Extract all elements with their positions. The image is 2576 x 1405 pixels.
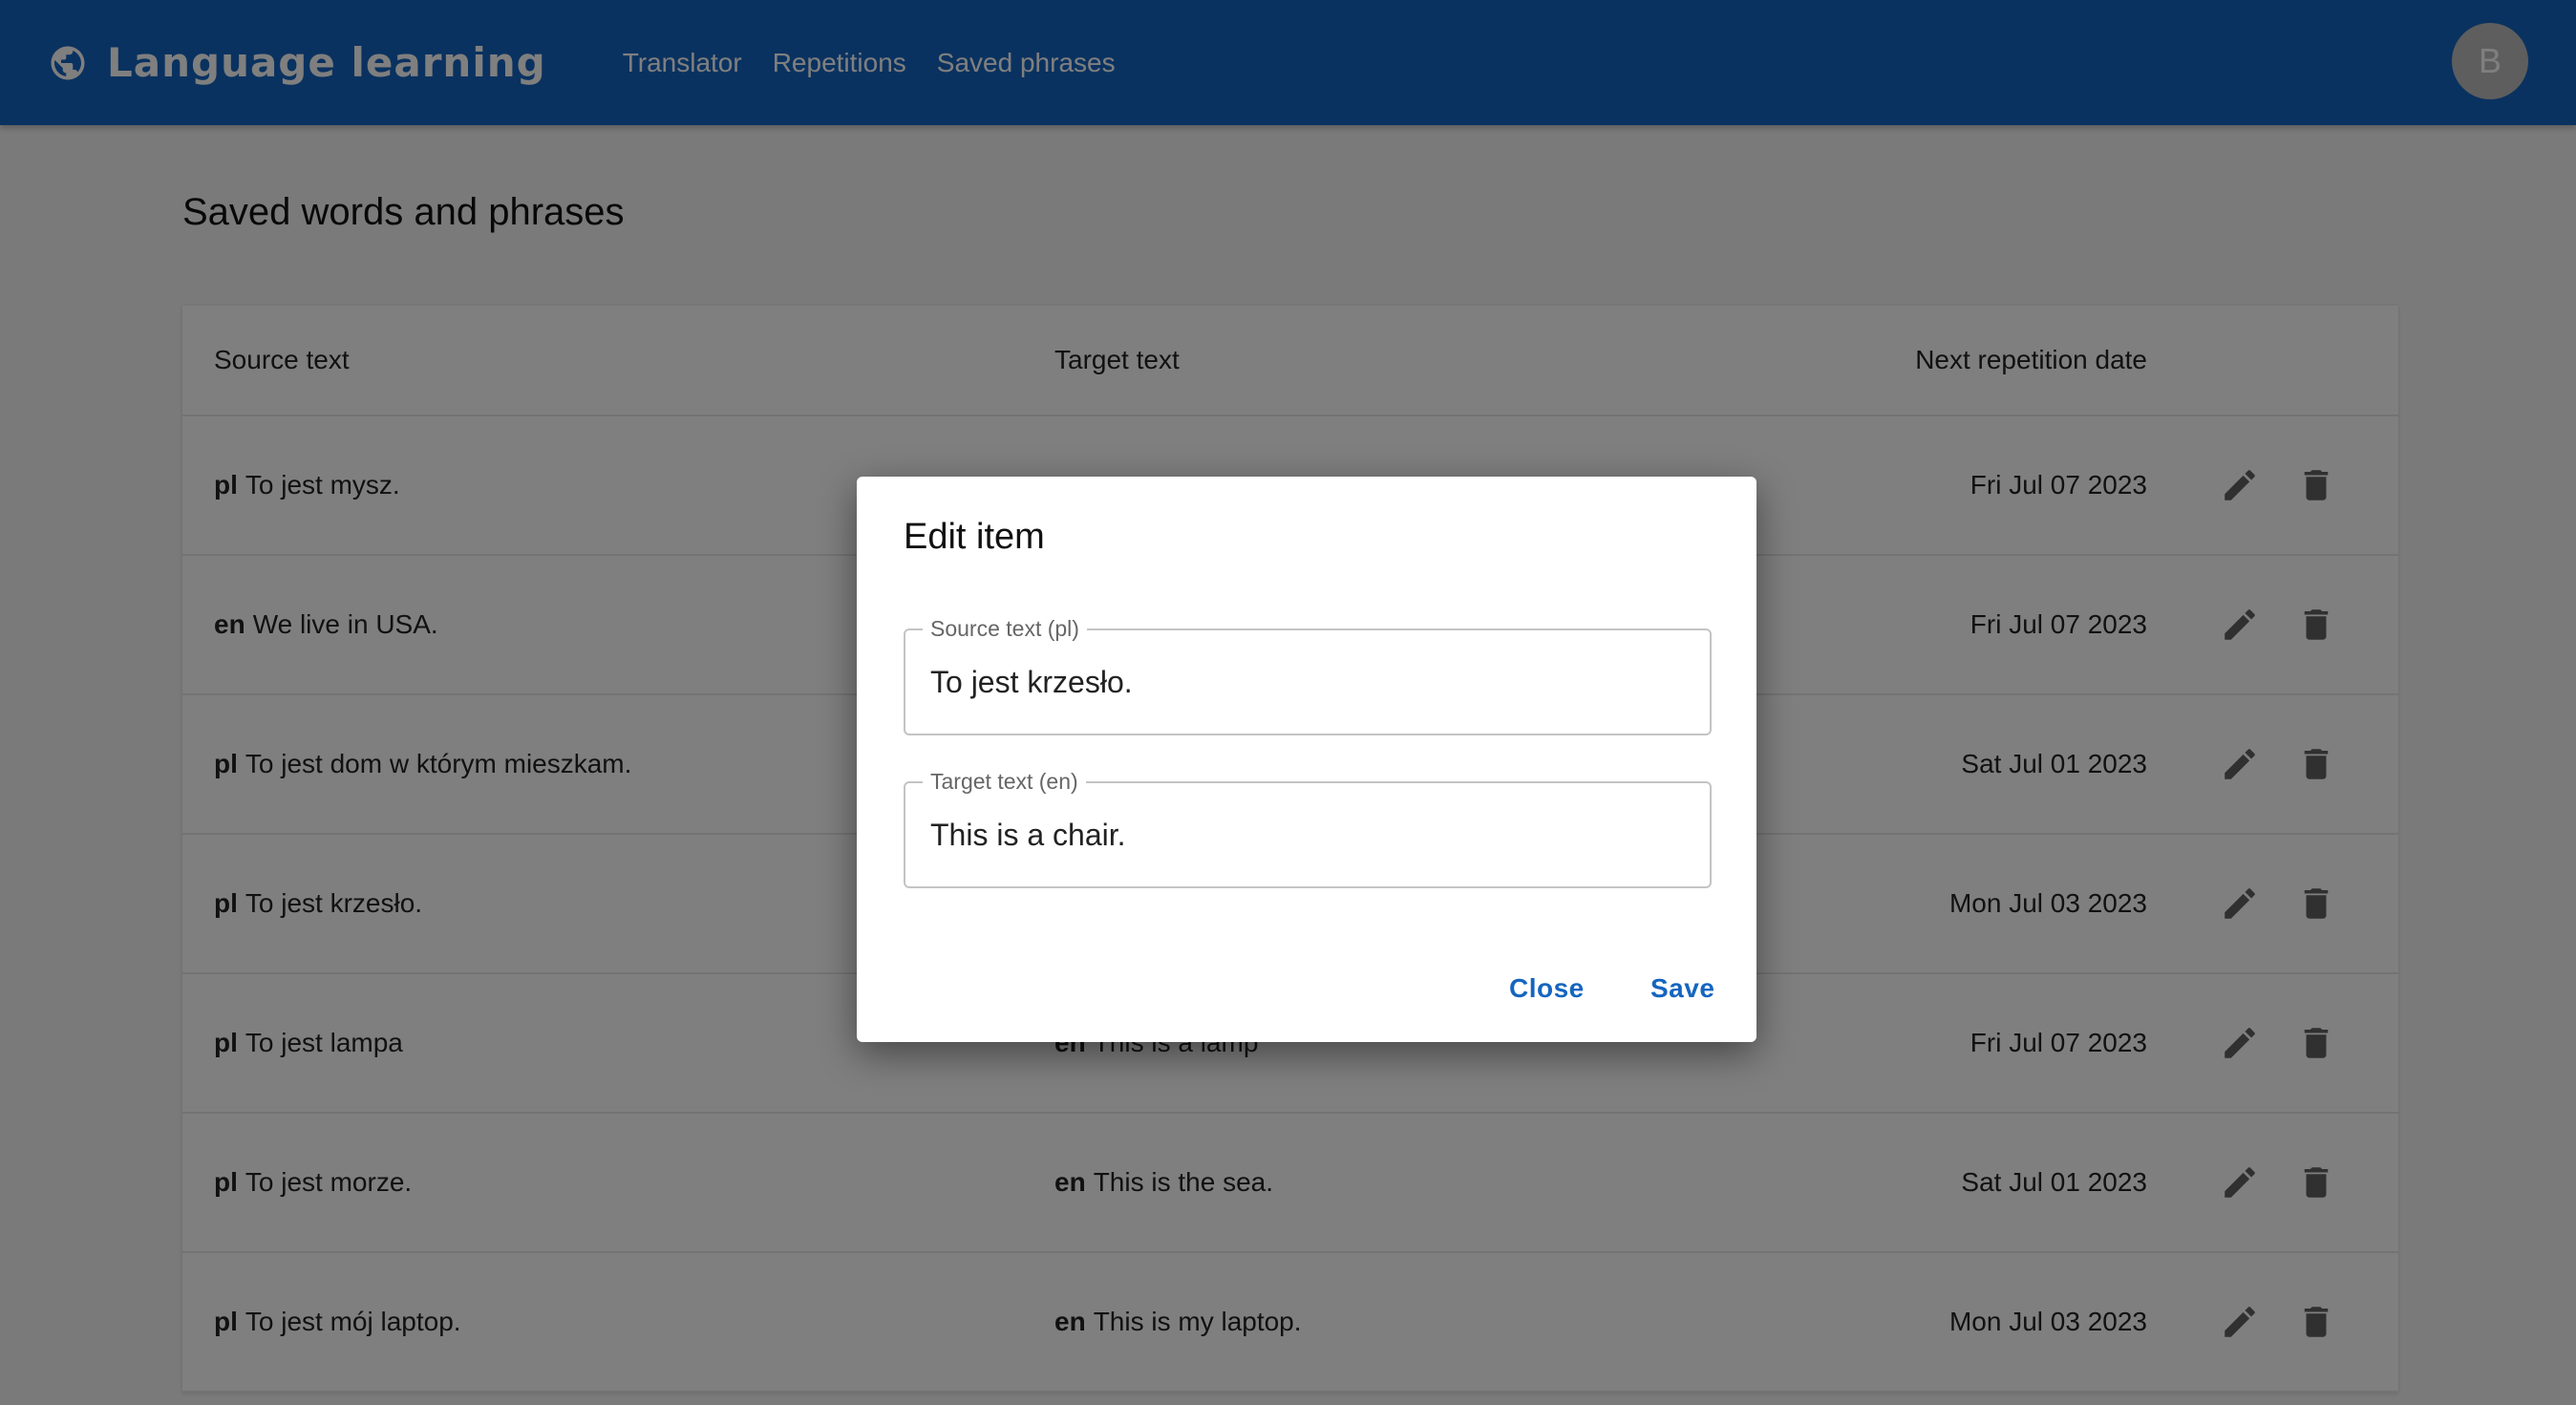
dialog-title: Edit item [904,517,1045,557]
target-text-input[interactable] [930,783,1685,886]
target-text-field: Target text (en) [904,769,1712,888]
save-button[interactable]: Save [1650,973,1714,1004]
edit-item-dialog: Edit item Source text (pl) Target text (… [857,477,1756,1042]
source-text-input[interactable] [930,630,1685,734]
source-text-field: Source text (pl) [904,616,1712,735]
close-button[interactable]: Close [1509,973,1585,1004]
